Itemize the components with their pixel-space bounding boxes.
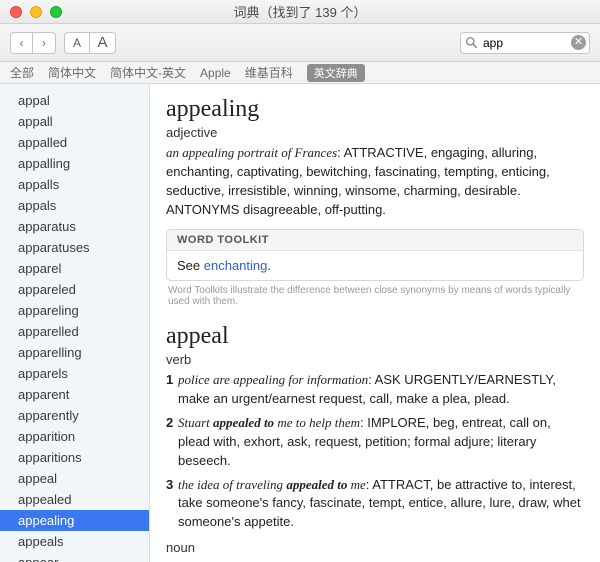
- nav-buttons: ‹ ›: [10, 32, 56, 54]
- clear-search-icon[interactable]: ✕: [571, 35, 586, 50]
- font-size-buttons: A A: [64, 32, 116, 54]
- part-of-speech: noun: [166, 540, 584, 555]
- font-larger-button[interactable]: A: [90, 32, 116, 54]
- sidebar-item[interactable]: appealed: [0, 489, 149, 510]
- sense-number: 2: [166, 414, 178, 471]
- tab-简体中文[interactable]: 简体中文: [48, 64, 96, 81]
- definition-pane[interactable]: appealing adjective an appealing portrai…: [150, 84, 600, 562]
- sense-number: 1: [166, 371, 178, 409]
- definition: an appealing portrait of Frances: ATTRAC…: [166, 144, 584, 219]
- toolbar: ‹ › A A ✕: [0, 24, 600, 62]
- sidebar-item[interactable]: apparelling: [0, 342, 149, 363]
- window-controls: [0, 6, 62, 18]
- minimize-icon[interactable]: [30, 6, 42, 18]
- sidebar-item[interactable]: appealing: [0, 510, 149, 531]
- forward-button[interactable]: ›: [33, 32, 56, 54]
- toolkit-note: Word Toolkits illustrate the difference …: [168, 285, 584, 307]
- tab-Apple[interactable]: Apple: [200, 66, 231, 80]
- zoom-icon[interactable]: [50, 6, 62, 18]
- sidebar-item[interactable]: appear: [0, 552, 149, 562]
- sidebar-item[interactable]: appal: [0, 90, 149, 111]
- font-smaller-button[interactable]: A: [64, 32, 90, 54]
- sidebar-item[interactable]: appals: [0, 195, 149, 216]
- search-icon: [465, 36, 478, 52]
- tab-全部[interactable]: 全部: [10, 64, 34, 81]
- headword: appealing: [166, 96, 584, 123]
- sense: 1police are appealing for information: A…: [166, 371, 584, 409]
- titlebar: 词典（找到了 139 个）: [0, 0, 600, 24]
- sidebar-item[interactable]: appalled: [0, 132, 149, 153]
- sense-text: police are appealing for information: AS…: [178, 371, 584, 409]
- part-of-speech: verb: [166, 352, 584, 367]
- sidebar-item[interactable]: apparel: [0, 258, 149, 279]
- sidebar-item[interactable]: appareling: [0, 300, 149, 321]
- tab-维基百科[interactable]: 维基百科: [245, 64, 293, 81]
- toolkit-body: See enchanting.: [167, 251, 583, 280]
- source-tabs: 全部简体中文简体中文-英文 Apple 维基百科英文辞典: [0, 62, 600, 84]
- sidebar-item[interactable]: appall: [0, 111, 149, 132]
- tab-简体中文-英文[interactable]: 简体中文-英文: [110, 64, 186, 81]
- sidebar-item[interactable]: appeal: [0, 468, 149, 489]
- toolkit-header: WORD TOOLKIT: [167, 230, 583, 251]
- word-toolkit-box: WORD TOOLKIT See enchanting.: [166, 229, 584, 281]
- search-wrap: ✕: [460, 32, 590, 54]
- sense: 2Stuart appealed to me to help them: IMP…: [166, 414, 584, 471]
- word-list-sidebar[interactable]: appalappallappalledappallingappallsappal…: [0, 84, 150, 562]
- window-title: 词典（找到了 139 个）: [0, 2, 600, 21]
- sense: 3the idea of traveling appealed to me: A…: [166, 476, 584, 533]
- sidebar-item[interactable]: appeals: [0, 531, 149, 552]
- sidebar-item[interactable]: apparently: [0, 405, 149, 426]
- tab-英文辞典[interactable]: 英文辞典: [307, 64, 365, 82]
- sense-text: the idea of traveling appealed to me: AT…: [178, 476, 584, 533]
- sidebar-item[interactable]: appareled: [0, 279, 149, 300]
- close-icon[interactable]: [10, 6, 22, 18]
- sidebar-item[interactable]: apparition: [0, 426, 149, 447]
- example-phrase: an appealing portrait of Frances: [166, 145, 337, 160]
- sense-text: Stuart appealed to me to help them: IMPL…: [178, 414, 584, 471]
- sidebar-item[interactable]: apparatuses: [0, 237, 149, 258]
- part-of-speech: adjective: [166, 125, 584, 140]
- back-button[interactable]: ‹: [10, 32, 33, 54]
- sidebar-item[interactable]: appalling: [0, 153, 149, 174]
- sidebar-item[interactable]: appalls: [0, 174, 149, 195]
- sidebar-item[interactable]: apparatus: [0, 216, 149, 237]
- sidebar-item[interactable]: apparelled: [0, 321, 149, 342]
- sidebar-item[interactable]: apparent: [0, 384, 149, 405]
- sidebar-item[interactable]: apparitions: [0, 447, 149, 468]
- sidebar-item[interactable]: apparels: [0, 363, 149, 384]
- headword: appeal: [166, 323, 584, 350]
- toolkit-link[interactable]: enchanting: [204, 258, 268, 273]
- sense-number: 3: [166, 476, 178, 533]
